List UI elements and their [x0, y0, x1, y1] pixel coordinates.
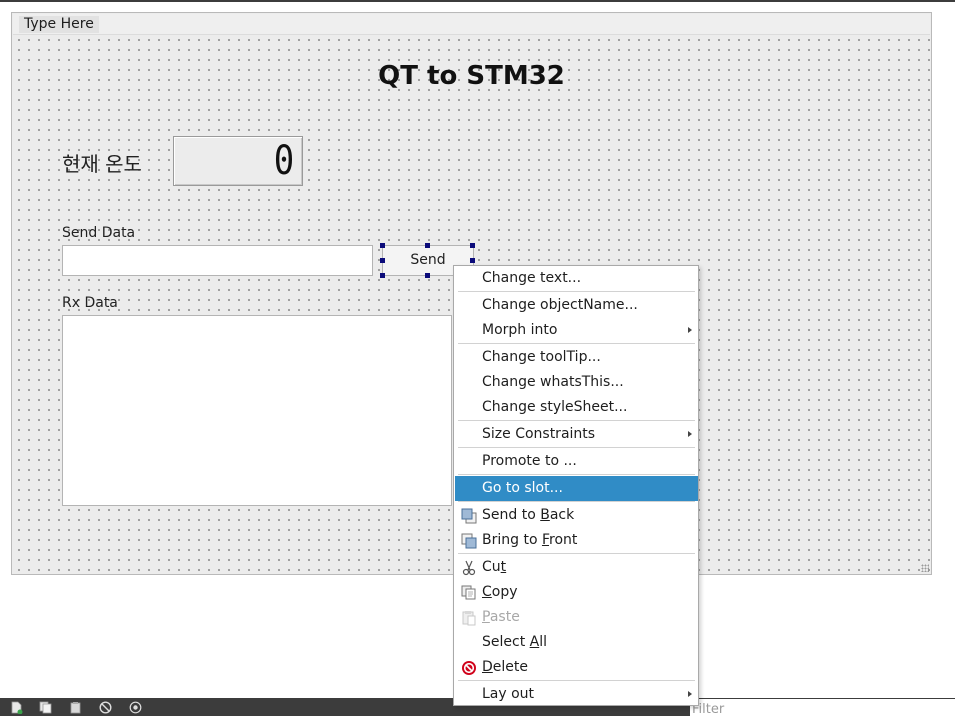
menu-item-label: Cut	[482, 559, 507, 575]
menu-item-change-tooltip[interactable]: Change toolTip...	[455, 345, 698, 370]
menu-item-label: Bring to Front	[482, 532, 578, 548]
context-menu: Change text... Change objectName... Morp…	[453, 265, 699, 706]
send-to-back-icon	[461, 508, 477, 524]
menu-item-label: Change toolTip...	[482, 349, 601, 365]
menu-item-label: Size Constraints	[482, 426, 596, 442]
paste-icon	[461, 610, 477, 626]
menu-item-copy[interactable]: Copy	[455, 580, 698, 605]
new-file-icon[interactable]	[10, 701, 23, 715]
menu-separator	[458, 447, 695, 448]
menu-item-label: Change whatsThis...	[482, 374, 624, 390]
selection-handle-top[interactable]	[425, 243, 430, 248]
menu-item-label: Promote to ...	[482, 453, 577, 469]
rx-data-label[interactable]: Rx Data	[62, 295, 118, 311]
menu-item-promote-to[interactable]: Promote to ...	[455, 449, 698, 474]
menu-item-label: Morph into	[482, 322, 558, 338]
selection-handle-bottom-left[interactable]	[380, 273, 385, 278]
menu-item-change-whatsthis[interactable]: Change whatsThis...	[455, 370, 698, 395]
paste-icon[interactable]	[69, 701, 82, 714]
menu-item-label: Lay out	[482, 686, 535, 702]
menu-item-change-text[interactable]: Change text...	[455, 266, 698, 291]
menu-item-label: Paste	[482, 609, 520, 625]
menu-item-bring-to-front[interactable]: Bring to Front	[455, 528, 698, 553]
menu-separator	[458, 553, 695, 554]
send-data-label[interactable]: Send Data	[62, 225, 135, 241]
menu-item-label: Copy	[482, 584, 518, 600]
menu-item-size-constraints[interactable]: Size Constraints	[455, 422, 698, 447]
menu-item-label: Change objectName...	[482, 297, 638, 313]
forbidden-icon[interactable]	[99, 701, 112, 714]
menu-item-select-all[interactable]: Select All	[455, 630, 698, 655]
menu-item-go-to-slot[interactable]: Go to slot...	[455, 476, 698, 501]
menu-item-paste[interactable]: Paste	[455, 605, 698, 630]
copy-icon	[461, 585, 477, 601]
menu-item-label: Send to Back	[482, 507, 575, 523]
selection-handle-bottom[interactable]	[425, 273, 430, 278]
selection-handle-top-left[interactable]	[380, 243, 385, 248]
menu-item-change-objectname[interactable]: Change objectName...	[455, 293, 698, 318]
menu-item-label: Select All	[482, 634, 547, 650]
menu-item-delete[interactable]: Delete	[455, 655, 698, 680]
lcd-digit: 0	[273, 138, 295, 184]
title-label[interactable]: QT to STM32	[12, 61, 931, 91]
menu-item-morph-into[interactable]: Morph into	[455, 318, 698, 343]
menu-separator	[458, 474, 695, 475]
menu-item-change-stylesheet[interactable]: Change styleSheet...	[455, 395, 698, 420]
temperature-label[interactable]: 현재 온도	[62, 148, 142, 177]
settings-icon[interactable]	[129, 701, 142, 714]
selection-handle-left[interactable]	[380, 258, 385, 263]
menu-item-cut[interactable]: Cut	[455, 555, 698, 580]
menubar-type-here[interactable]: Type Here	[19, 16, 99, 33]
form-resize-grip[interactable]	[921, 564, 929, 572]
rx-data-textarea[interactable]	[62, 315, 452, 506]
submenu-arrow-icon	[688, 327, 692, 333]
menu-item-label: Delete	[482, 659, 528, 675]
menu-item-send-to-back[interactable]: Send to Back	[455, 503, 698, 528]
menu-item-label: Change text...	[482, 270, 582, 286]
dock-divider	[690, 698, 955, 699]
menu-item-lay-out[interactable]: Lay out	[455, 682, 698, 707]
submenu-arrow-icon	[688, 431, 692, 437]
bring-to-front-icon	[461, 533, 477, 549]
temperature-lcd-display[interactable]: 0	[173, 136, 303, 186]
menu-separator	[458, 420, 695, 421]
menu-separator	[458, 291, 695, 292]
selection-handle-top-right[interactable]	[470, 243, 475, 248]
send-data-input[interactable]	[62, 245, 373, 276]
submenu-arrow-icon	[688, 691, 692, 697]
menu-separator	[458, 343, 695, 344]
scissors-icon	[461, 560, 477, 576]
delete-icon	[461, 660, 477, 676]
menu-separator	[458, 501, 695, 502]
menu-item-label: Go to slot...	[482, 480, 563, 496]
selection-handle-right[interactable]	[470, 258, 475, 263]
form-menubar: Type Here	[13, 14, 930, 35]
menu-separator	[458, 680, 695, 681]
window-top-border	[0, 0, 955, 2]
menu-item-label: Change styleSheet...	[482, 399, 628, 415]
copy-icon[interactable]	[39, 701, 52, 714]
